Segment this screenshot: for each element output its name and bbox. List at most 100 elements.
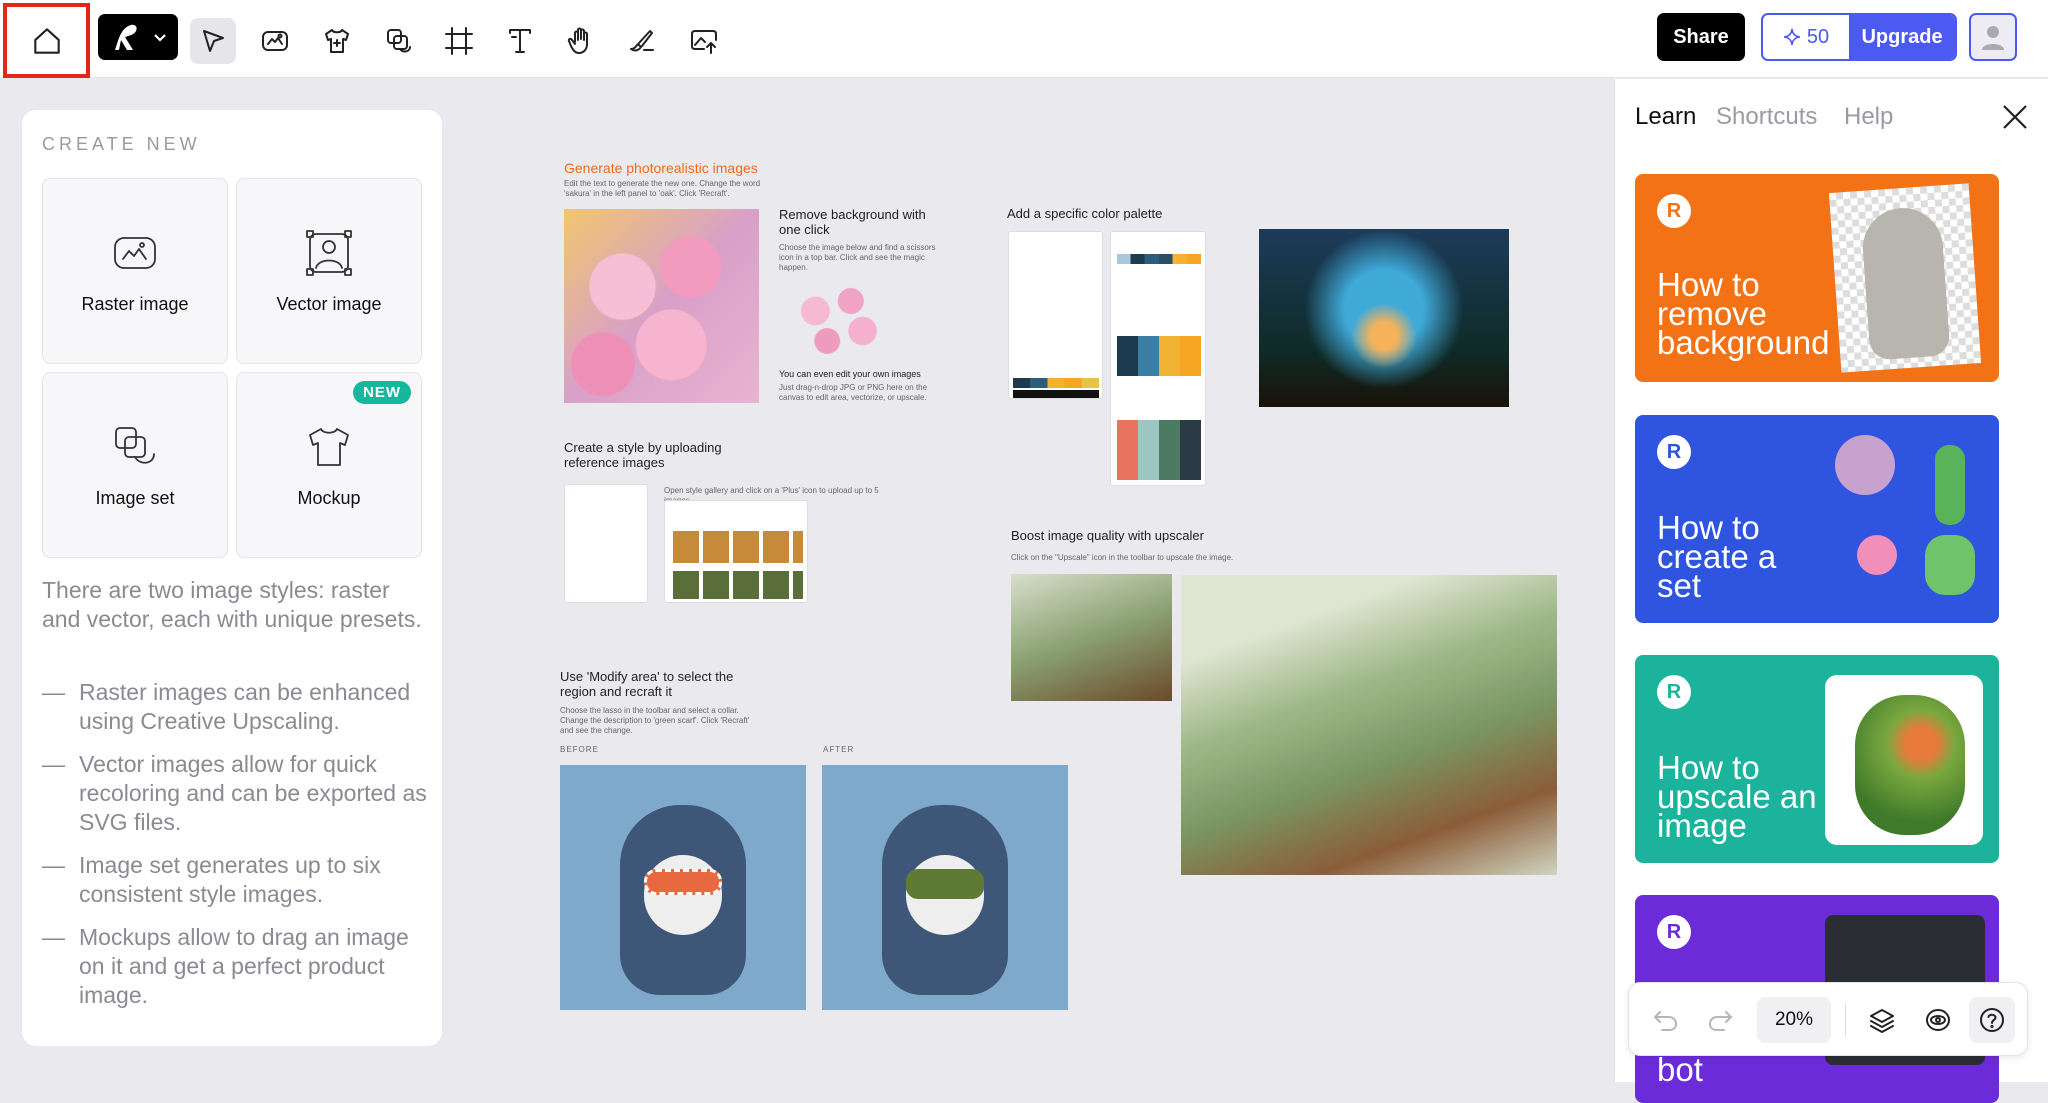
image-set-icon bbox=[115, 426, 155, 464]
remove-bg-title: Remove background with one click bbox=[779, 207, 926, 237]
upload-image-button[interactable] bbox=[681, 18, 727, 64]
palette-title: Add a specific color palette bbox=[1007, 206, 1163, 221]
card-title: How to create a set bbox=[1657, 509, 1777, 604]
layers-button[interactable] bbox=[1859, 997, 1905, 1043]
tshirt-plus-icon bbox=[325, 29, 349, 53]
user-avatar-button[interactable] bbox=[1969, 13, 2017, 61]
canvas-controls-bar: 20% bbox=[1628, 982, 2028, 1056]
sakura-cutout-image[interactable] bbox=[780, 266, 898, 366]
tutorial-card-create-set[interactable]: R How to create a set bbox=[1635, 415, 1999, 623]
tab-learn[interactable]: Learn bbox=[1635, 103, 1696, 131]
tutorial-card-upscale[interactable]: R How to upscale an image bbox=[1635, 655, 1999, 863]
flower-thumbnail bbox=[1857, 535, 1897, 575]
dog-before-image[interactable] bbox=[560, 765, 806, 1010]
image-set-icon bbox=[387, 29, 411, 53]
plant-thumbnail bbox=[1925, 535, 1975, 595]
mockup-tile[interactable]: NEW Mockup bbox=[236, 372, 422, 558]
image-upload-icon bbox=[691, 30, 717, 54]
mockup-icon bbox=[309, 427, 349, 466]
modify-subtitle: Choose the lasso in the toolbar and sele… bbox=[560, 706, 750, 735]
preview-button[interactable] bbox=[1915, 997, 1961, 1043]
palette-settings-panel bbox=[1008, 231, 1103, 399]
upscale-subtitle: Click on the "Upscale" icon in the toolb… bbox=[1011, 553, 1234, 562]
credits-counter[interactable]: 50 bbox=[1763, 15, 1849, 59]
undo-icon bbox=[1654, 1011, 1677, 1031]
succulent-thumbnail bbox=[1835, 435, 1895, 495]
list-item: — Vector images allow for quick recolorin… bbox=[42, 751, 427, 835]
share-button[interactable]: Share bbox=[1657, 13, 1745, 61]
list-item: — Raster images can be enhanced using Cre… bbox=[42, 679, 411, 734]
eye-icon bbox=[1926, 1009, 1950, 1031]
brush-tool-button[interactable] bbox=[619, 18, 665, 64]
dog-checkered-thumbnail bbox=[1828, 183, 1982, 373]
text-icon bbox=[509, 29, 531, 53]
card-title: How to upscale an image bbox=[1657, 749, 1817, 844]
tutorial-card-remove-background[interactable]: R How to remove background bbox=[1635, 174, 1999, 382]
upscale-title: Boost image quality with upscaler bbox=[1011, 528, 1204, 543]
credits-upgrade-group: 50 Upgrade bbox=[1761, 13, 1957, 61]
mockup-tool-button[interactable] bbox=[314, 18, 360, 64]
tile-label: Vector image bbox=[276, 293, 382, 314]
tile-label: Mockup bbox=[297, 487, 361, 508]
frame-tool-button[interactable] bbox=[436, 18, 482, 64]
photoreal-subtitle: Edit the text to generate the new one. C… bbox=[564, 179, 761, 198]
frame-icon bbox=[445, 27, 473, 55]
tab-shortcuts[interactable]: Shortcuts bbox=[1716, 103, 1817, 131]
image-set-tool-button[interactable] bbox=[376, 18, 422, 64]
workspace-menu-button[interactable] bbox=[98, 14, 178, 60]
parrot-thumbnail bbox=[1825, 675, 1983, 845]
upgrade-button[interactable]: Upgrade bbox=[1849, 15, 1955, 59]
style-title: Create a style by uploading reference im… bbox=[564, 440, 722, 470]
palette-picker-panel bbox=[1110, 231, 1206, 486]
image-styles-description: There are two image styles: raster and v… bbox=[42, 577, 422, 632]
chevron-down-icon bbox=[153, 34, 166, 42]
style-panel-preview bbox=[564, 484, 648, 603]
new-badge: NEW bbox=[353, 381, 411, 404]
sparkle-icon bbox=[1783, 28, 1800, 46]
redo-icon bbox=[1709, 1011, 1732, 1031]
room-small-image[interactable] bbox=[1011, 574, 1172, 701]
text-tool-button[interactable] bbox=[497, 18, 543, 64]
tab-help[interactable]: Help bbox=[1844, 103, 1893, 131]
redo-button[interactable] bbox=[1697, 997, 1743, 1043]
close-icon bbox=[2003, 105, 2027, 129]
question-circle-icon bbox=[1980, 1008, 2004, 1032]
tile-label: Image set bbox=[95, 487, 175, 508]
raster-image-tool-button[interactable] bbox=[252, 18, 298, 64]
feature-list: — Raster images can be enhanced using Cre… bbox=[42, 678, 427, 1024]
list-item: — Mockups allow to drag an image on it an… bbox=[42, 924, 409, 1008]
recraft-logo-icon: R bbox=[1657, 675, 1691, 709]
own-images-subtitle: Just drag-n-drop JPG or PNG here on the … bbox=[779, 383, 928, 402]
vector-image-icon bbox=[306, 229, 352, 276]
before-label: BEFORE bbox=[560, 745, 599, 754]
divider bbox=[1845, 1003, 1846, 1037]
home-button[interactable] bbox=[3, 3, 90, 78]
brush-icon bbox=[630, 30, 654, 52]
raster-image-icon bbox=[262, 31, 288, 51]
zoom-level[interactable]: 20% bbox=[1757, 997, 1831, 1043]
cursor-icon bbox=[203, 30, 224, 52]
select-tool-button[interactable] bbox=[190, 18, 236, 64]
photoreal-title: Generate photorealistic images bbox=[564, 160, 758, 176]
top-toolbar: Share 50 Upgrade bbox=[0, 0, 2048, 78]
undo-button[interactable] bbox=[1643, 997, 1689, 1043]
layers-icon bbox=[1870, 1009, 1894, 1033]
home-icon bbox=[33, 27, 60, 54]
own-images-title: You can even edit your own images bbox=[779, 369, 921, 379]
close-panel-button[interactable] bbox=[1999, 101, 2031, 133]
card-title: How to remove background bbox=[1657, 266, 1830, 361]
fantasy-village-image[interactable] bbox=[1259, 229, 1509, 407]
dog-after-image[interactable] bbox=[822, 765, 1068, 1010]
vector-image-tile[interactable]: Vector image bbox=[236, 178, 422, 364]
hand-tool-button[interactable] bbox=[558, 18, 604, 64]
sakura-image[interactable] bbox=[564, 209, 759, 403]
learn-panel: Learn Shortcuts Help R How to remove bac… bbox=[1614, 79, 2048, 1103]
raster-image-tile[interactable]: Raster image bbox=[42, 178, 228, 364]
credits-value: 50 bbox=[1806, 25, 1830, 48]
help-button[interactable] bbox=[1969, 997, 2015, 1043]
modify-title: Use 'Modify area' to select the region a… bbox=[560, 669, 734, 699]
image-set-tile[interactable]: Image set bbox=[42, 372, 228, 558]
card-title: bot bbox=[1657, 1051, 1703, 1088]
room-upscaled-image[interactable] bbox=[1181, 575, 1557, 875]
create-new-title: CREATE NEW bbox=[42, 134, 201, 154]
